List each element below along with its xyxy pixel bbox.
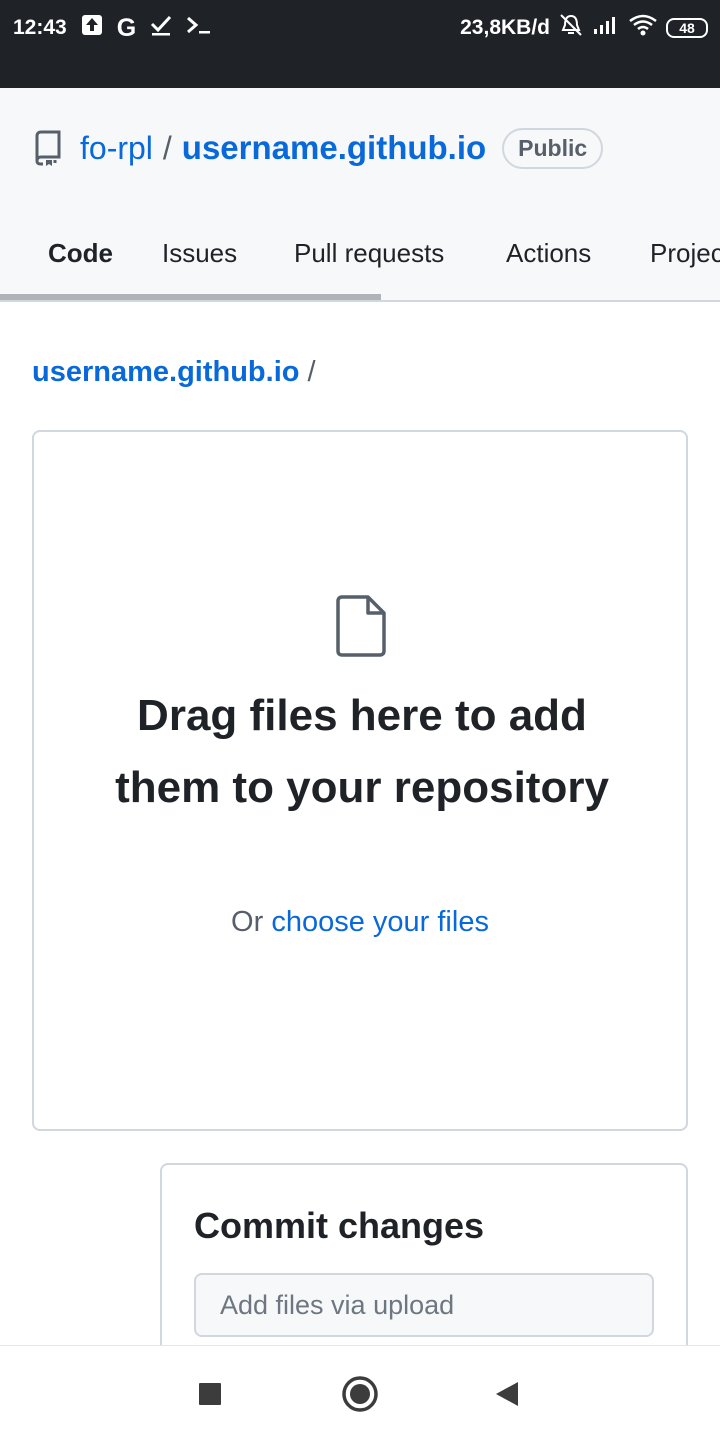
net-speed: 23,8KB/d	[460, 16, 550, 39]
tab-projects[interactable]: Projec	[650, 238, 720, 269]
repo-separator: /	[162, 129, 172, 166]
terminal-icon	[186, 14, 212, 42]
recents-icon[interactable]	[189, 1373, 231, 1415]
g-icon: G	[116, 13, 137, 42]
file-drop-zone[interactable]: Drag files here to add them to your repo…	[32, 430, 688, 1131]
drop-zone-or-text: Or	[231, 906, 264, 938]
drop-zone-subtitle: Or choose your files	[34, 906, 686, 939]
drop-zone-title: Drag files here to add them to your repo…	[115, 691, 609, 812]
commit-message-input[interactable]	[194, 1273, 654, 1337]
system-nav-bar	[0, 1345, 720, 1441]
repo-title-line: fo-rpl / username.github.io Public	[32, 126, 604, 170]
mute-icon	[558, 12, 584, 44]
signal-icon	[592, 14, 620, 42]
choose-files-link[interactable]: choose your files	[271, 906, 489, 938]
status-time: 12:43	[13, 16, 67, 39]
breadcrumb-separator: /	[307, 356, 316, 388]
visibility-badge: Public	[502, 127, 604, 169]
tabs-scrollbar[interactable]	[0, 294, 381, 300]
repo-header: fo-rpl / username.github.io Public Code …	[0, 88, 720, 302]
status-bar: 12:43 G 23,8KB/d 48	[0, 0, 720, 56]
home-icon[interactable]	[339, 1373, 381, 1415]
repo-name-link[interactable]: username.github.io	[182, 129, 486, 167]
battery-indicator: 48	[666, 18, 708, 38]
breadcrumb-repo-link[interactable]: username.github.io	[32, 356, 299, 388]
breadcrumb: username.github.io /	[32, 356, 316, 389]
upload-icon	[81, 14, 103, 42]
commit-title: Commit changes	[194, 1205, 485, 1246]
check-icon	[150, 14, 172, 42]
app-top-band	[0, 56, 720, 88]
repo-icon	[32, 130, 64, 166]
wifi-icon	[628, 13, 658, 43]
tab-pull-requests[interactable]: Pull requests	[294, 238, 444, 269]
repo-owner-link[interactable]: fo-rpl	[80, 130, 153, 167]
file-icon	[336, 595, 386, 657]
tab-issues[interactable]: Issues	[162, 238, 237, 269]
tab-code[interactable]: Code	[48, 238, 113, 269]
tab-actions[interactable]: Actions	[506, 238, 591, 269]
back-icon[interactable]	[486, 1373, 528, 1415]
